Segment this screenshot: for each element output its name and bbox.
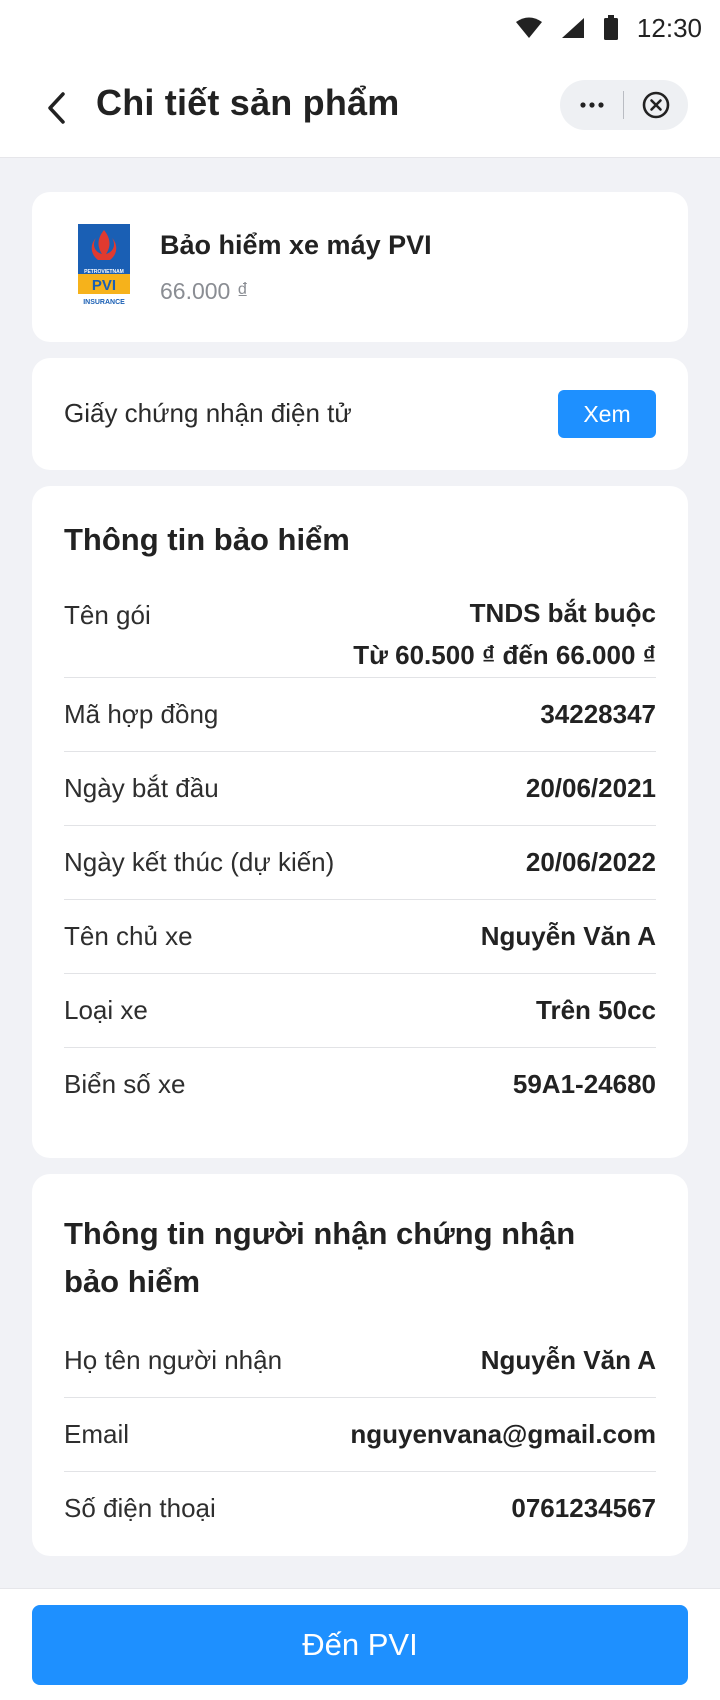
battery-icon [603, 15, 618, 40]
pvi-logo: PETROVIETNAM PVI INSURANCE [78, 224, 130, 306]
more-dots-icon [579, 102, 604, 108]
view-certificate-button[interactable]: Xem [558, 390, 656, 438]
row-label: Email [64, 1419, 130, 1449]
recipient-info-card: Thông tin người nhận chứng nhận bảo hiểm… [32, 1174, 688, 1556]
page-title: Chi tiết sản phẩm [96, 82, 400, 123]
row-label: Ngày kết thúc (dự kiến) [64, 847, 335, 877]
row-label: Biển số xe [64, 1069, 186, 1099]
section-title-recipient: Thông tin người nhận chứng nhận bảo hiểm [64, 1174, 656, 1324]
row-value: nguyenvana@gmail.com [350, 1419, 656, 1449]
info-row-package: Tên gói TNDS bắt buộc Từ 60.500 ₫ đến 66… [64, 580, 656, 678]
info-row-owner-name: Tên chủ xe Nguyễn Văn A [64, 900, 656, 974]
row-value: 59A1-24680 [512, 1069, 656, 1099]
app-header: Chi tiết sản phẩm [0, 56, 720, 158]
status-time: 12:30 [636, 12, 702, 43]
product-price: 66.000 ₫ [160, 278, 249, 304]
chevron-left-icon [48, 92, 65, 124]
row-value: 20/06/2022 [525, 847, 656, 877]
product-name: Bảo hiểm xe máy PVI [160, 230, 432, 260]
info-row-contract-number: Mã hợp đồng 34228347 [64, 678, 656, 752]
row-value: 34228347 [540, 699, 656, 729]
info-row-start-date: Ngày bắt đầu 20/06/2021 [64, 752, 656, 826]
info-row-license-plate: Biển số xe 59A1-24680 [64, 1048, 656, 1122]
row-value: 20/06/2021 [525, 773, 656, 803]
row-value: Nguyễn Văn A [480, 921, 656, 951]
more-button[interactable] [560, 80, 623, 130]
close-button[interactable] [624, 80, 687, 130]
info-row-email: Email nguyenvana@gmail.com [64, 1398, 656, 1472]
row-label: Tên gói [64, 600, 151, 630]
svg-text:INSURANCE: INSURANCE [83, 299, 125, 306]
row-label: Ngày bắt đầu [64, 773, 219, 803]
svg-text:PVI: PVI [92, 277, 116, 294]
info-row-vehicle-type: Loại xe Trên 50cc [64, 974, 656, 1048]
insurance-info-card: Thông tin bảo hiểm Tên gói TNDS bắt buộc… [32, 486, 688, 1158]
section-title-line2: bảo hiểm [64, 1264, 201, 1299]
e-certificate-label: Giấy chứng nhận điện tử [64, 398, 352, 428]
package-price-range: Từ 60.500 ₫ đến 66.000 ₫ [353, 640, 656, 670]
bottom-action-bar: Đến PVI [0, 1588, 720, 1700]
row-value: Nguyễn Văn A [480, 1345, 656, 1375]
header-action-capsule [560, 80, 688, 130]
row-value: 0761234567 [511, 1493, 656, 1523]
row-value: TNDS bắt buộc Từ 60.500 ₫ đến 66.000 ₫ [353, 592, 656, 676]
section-title-line1: Thông tin người nhận chứng nhận [64, 1216, 576, 1251]
info-row-end-date: Ngày kết thúc (dự kiến) 20/06/2022 [64, 826, 656, 900]
row-label: Loại xe [64, 995, 148, 1025]
status-bar: 12:30 [0, 0, 720, 56]
product-card: PETROVIETNAM PVI INSURANCE Bảo hiểm xe m… [32, 192, 688, 342]
wifi-icon [515, 17, 542, 38]
row-label: Họ tên người nhận [64, 1345, 283, 1375]
section-title-insurance: Thông tin bảo hiểm [64, 522, 350, 557]
signal-icon [561, 18, 584, 38]
row-label: Số điện thoại [64, 1493, 216, 1523]
info-row-recipient-name: Họ tên người nhận Nguyễn Văn A [64, 1324, 656, 1398]
row-label: Mã hợp đồng [64, 699, 219, 729]
close-circle-icon [642, 91, 669, 119]
e-certificate-card: Giấy chứng nhận điện tử Xem [32, 358, 688, 470]
package-name: TNDS bắt buộc [469, 598, 656, 628]
go-to-pvi-button[interactable]: Đến PVI [32, 1605, 688, 1685]
row-label: Tên chủ xe [64, 921, 193, 951]
back-button[interactable] [36, 86, 76, 130]
info-row-phone: Số điện thoại 0761234567 [64, 1472, 656, 1546]
row-value: Trên 50cc [536, 995, 656, 1025]
